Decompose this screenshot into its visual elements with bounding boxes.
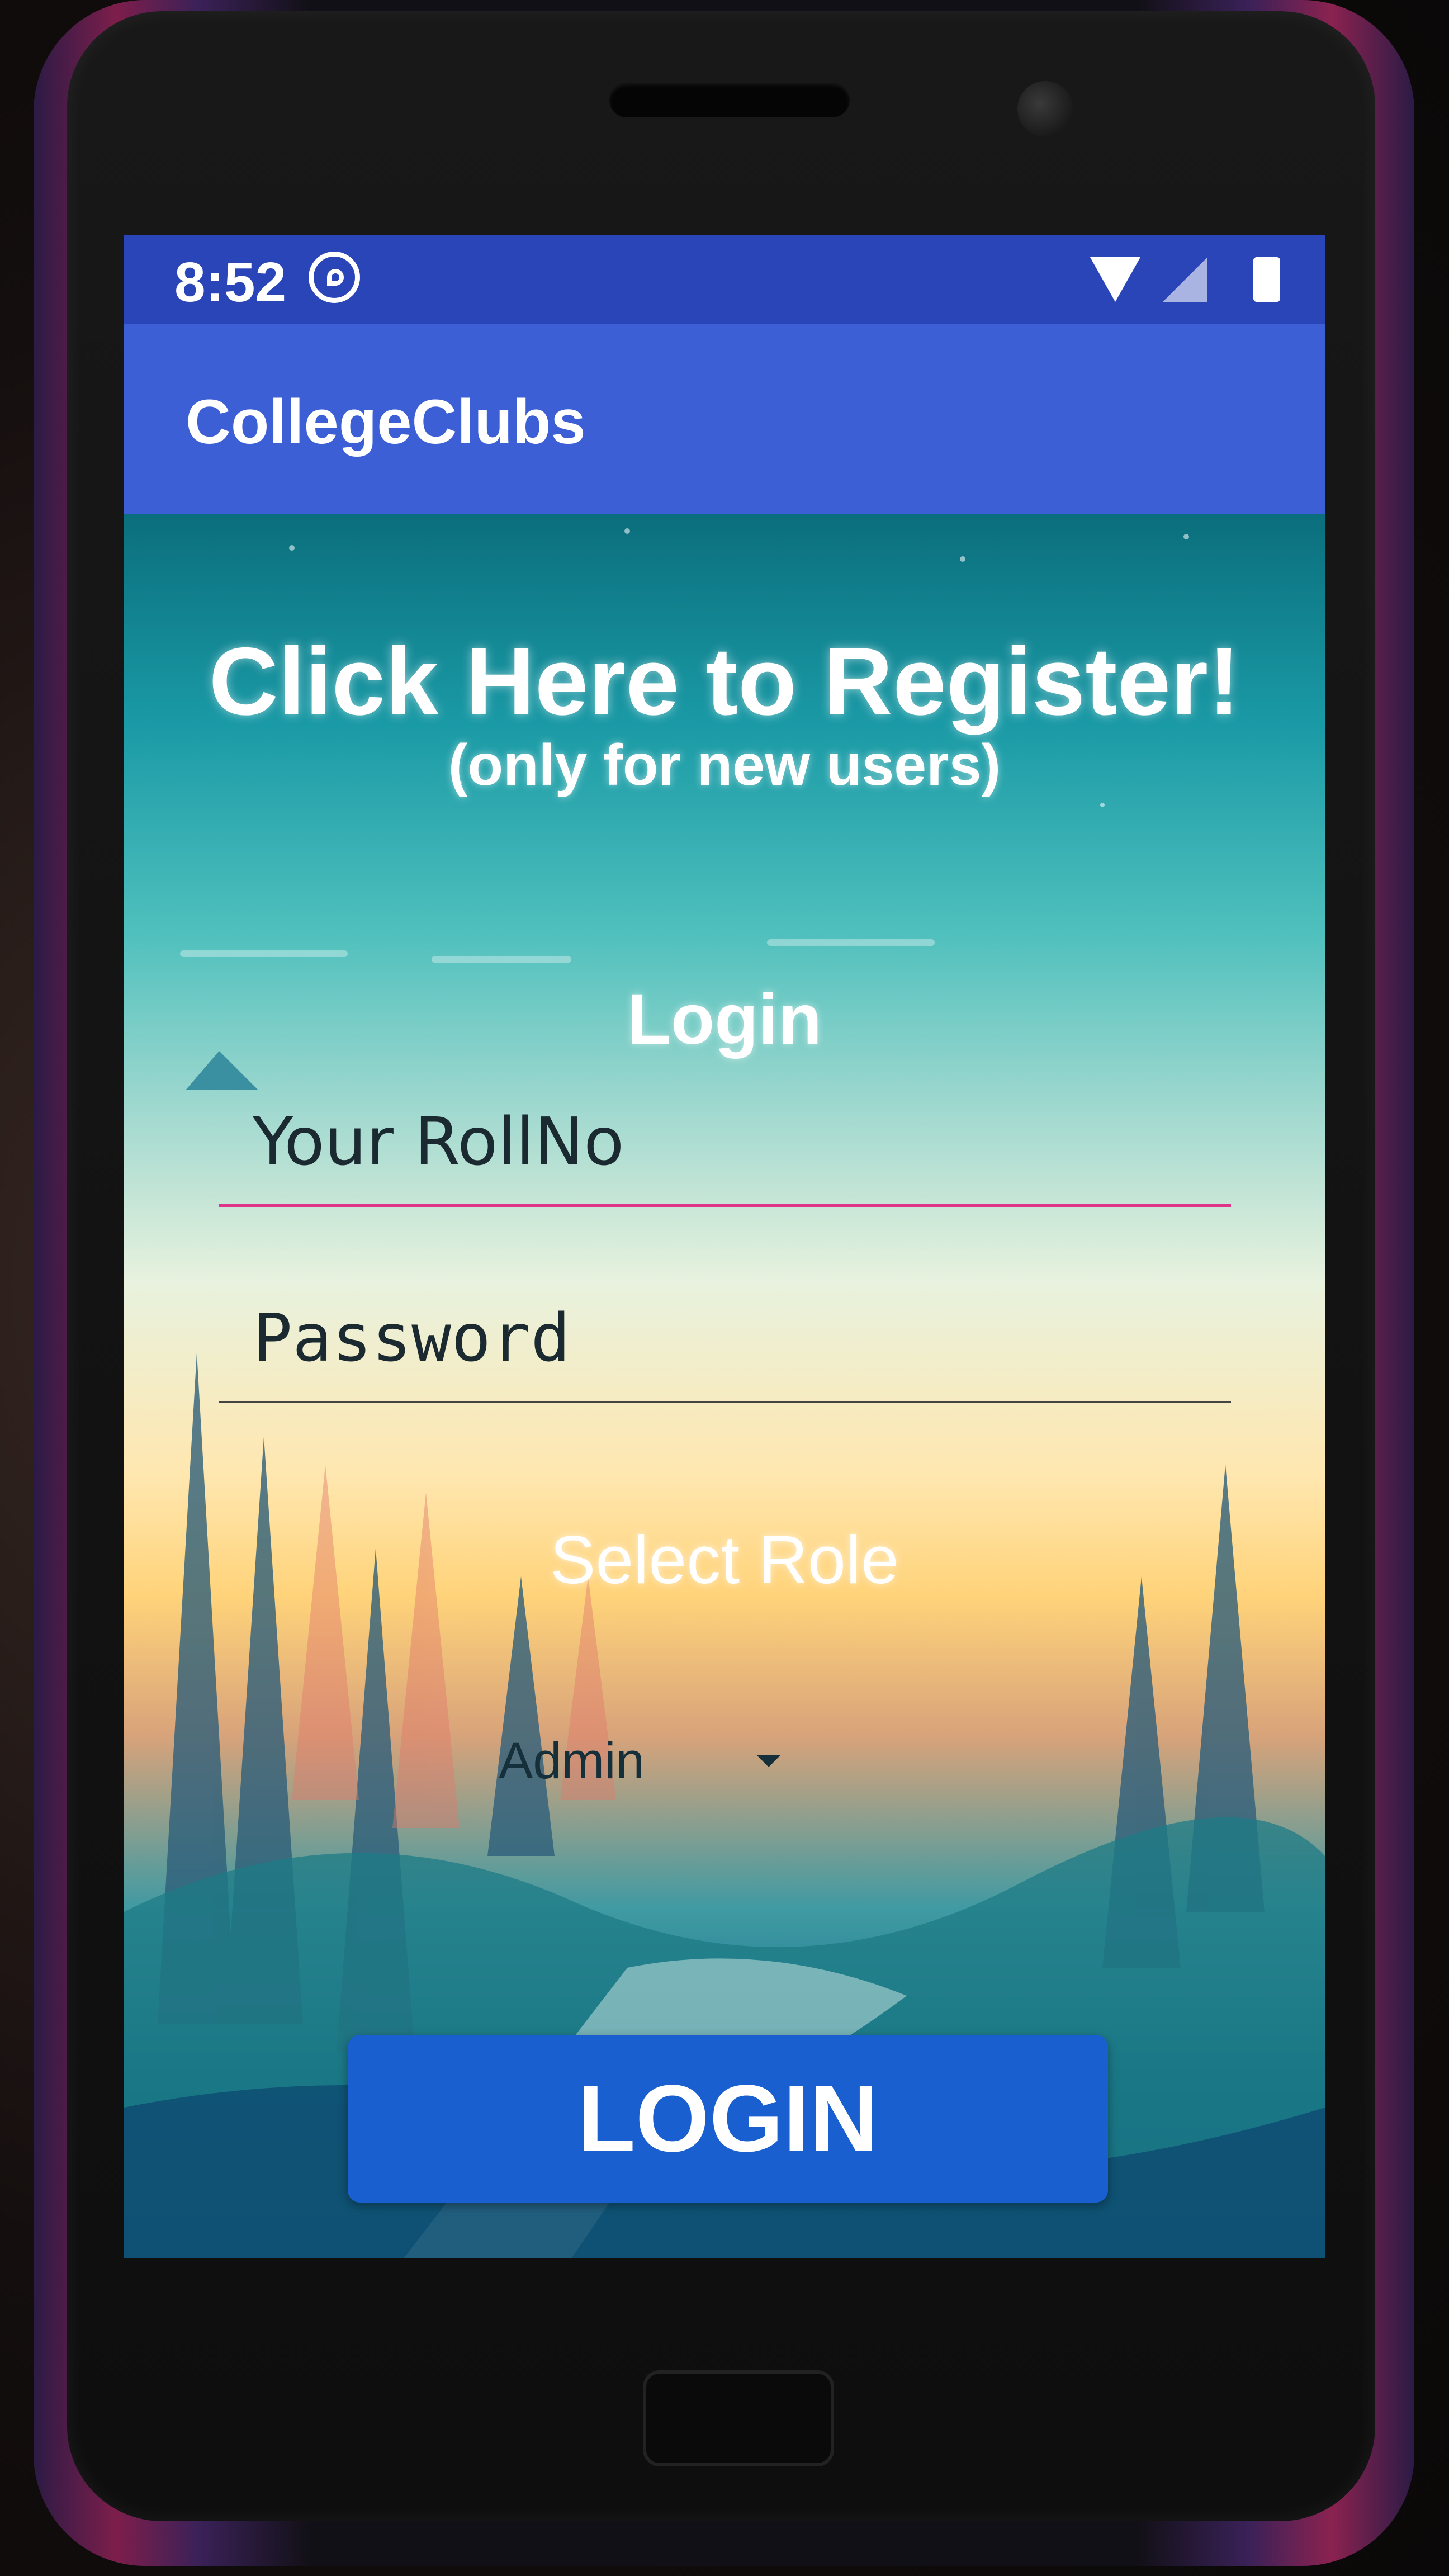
login-screen: Click Here to Register! (only for new us… [124,514,1325,2258]
front-camera [1017,81,1073,137]
select-role-label: Select Role [550,1522,899,1598]
role-dropdown[interactable]: Admin [482,1722,963,1800]
app-title: CollegeClubs [186,387,586,457]
app-bar: CollegeClubs [124,324,1325,514]
password-input[interactable] [219,1275,1231,1403]
register-subtitle: (only for new users) [448,733,1001,798]
chevron-down-icon [756,1755,781,1767]
phone-screen: 8:52 CollegeClubs Click Here to Register… [124,235,1325,2258]
home-button [643,2370,834,2466]
status-time: 8:52 [174,251,287,314]
login-button[interactable]: LOGIN [348,2035,1108,2203]
battery-icon [1253,257,1280,302]
rollno-input[interactable] [219,1079,1231,1208]
wifi-icon [1090,257,1140,302]
whatsapp-icon [309,252,360,303]
register-link[interactable]: Click Here to Register! [124,626,1325,737]
earpiece [609,83,850,117]
status-bar: 8:52 [124,235,1325,324]
login-heading: Login [627,979,822,1059]
signal-icon [1163,257,1208,302]
role-selected-value: Admin [499,1732,645,1789]
